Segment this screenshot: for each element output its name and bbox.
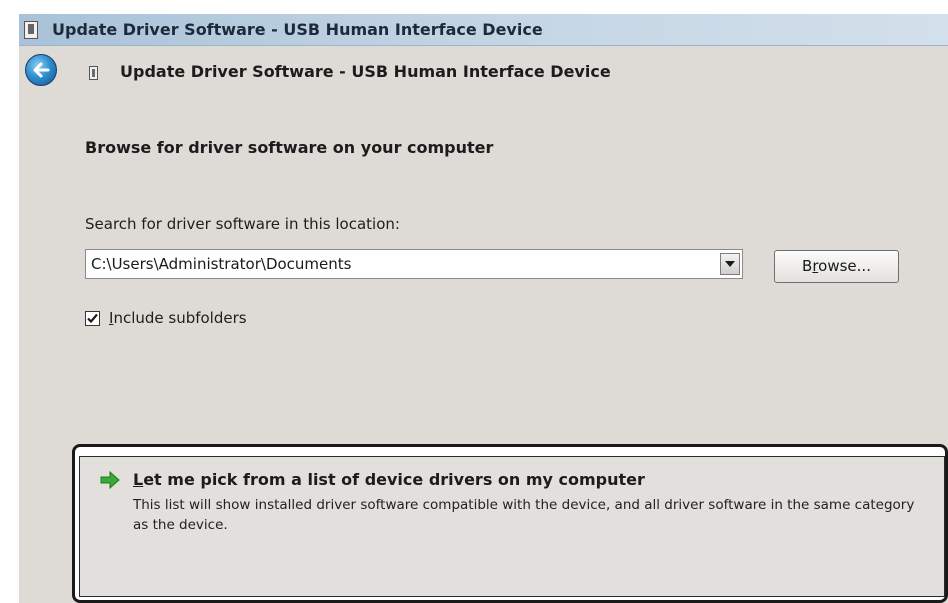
window-title: Update Driver Software - USB Human Inter…: [52, 20, 543, 39]
green-arrow-icon: [100, 471, 120, 489]
subfolders-label-rest: nclude subfolders: [113, 309, 247, 327]
option-title: Let me pick from a list of device driver…: [133, 470, 645, 489]
back-arrow-icon: [33, 62, 50, 78]
location-combobox[interactable]: C:\Users\Administrator\Documents: [85, 249, 743, 279]
chevron-down-icon: [725, 261, 735, 267]
wizard-title: Update Driver Software - USB Human Inter…: [120, 62, 611, 81]
include-subfolders-checkbox[interactable]: [85, 311, 100, 326]
window-titlebar[interactable]: Update Driver Software - USB Human Inter…: [19, 14, 948, 46]
include-subfolders-label[interactable]: Include subfolders: [109, 309, 247, 327]
device-icon: [24, 21, 38, 39]
option-description: This list will show installed driver sof…: [133, 497, 915, 533]
back-button[interactable]: [25, 54, 57, 86]
option-title-accel: L: [133, 470, 144, 489]
checkmark-icon: [87, 313, 98, 324]
browse-button[interactable]: Browse...: [774, 250, 899, 283]
page-heading: Browse for driver software on your compu…: [85, 138, 494, 157]
browse-label-pre: B: [802, 257, 813, 275]
search-location-label: Search for driver software in this locat…: [85, 215, 400, 233]
usb-device-icon: [89, 66, 98, 80]
location-path-value[interactable]: C:\Users\Administrator\Documents: [91, 255, 351, 273]
option-title-rest: et me pick from a list of device drivers…: [143, 470, 645, 489]
browse-label-post: owse...: [818, 257, 871, 275]
pick-from-list-option[interactable]: Let me pick from a list of device driver…: [79, 456, 945, 597]
update-driver-window: Update Driver Software - USB Human Inter…: [19, 14, 948, 603]
navigation-bar: Update Driver Software - USB Human Inter…: [19, 46, 948, 94]
dropdown-button[interactable]: [720, 253, 740, 275]
